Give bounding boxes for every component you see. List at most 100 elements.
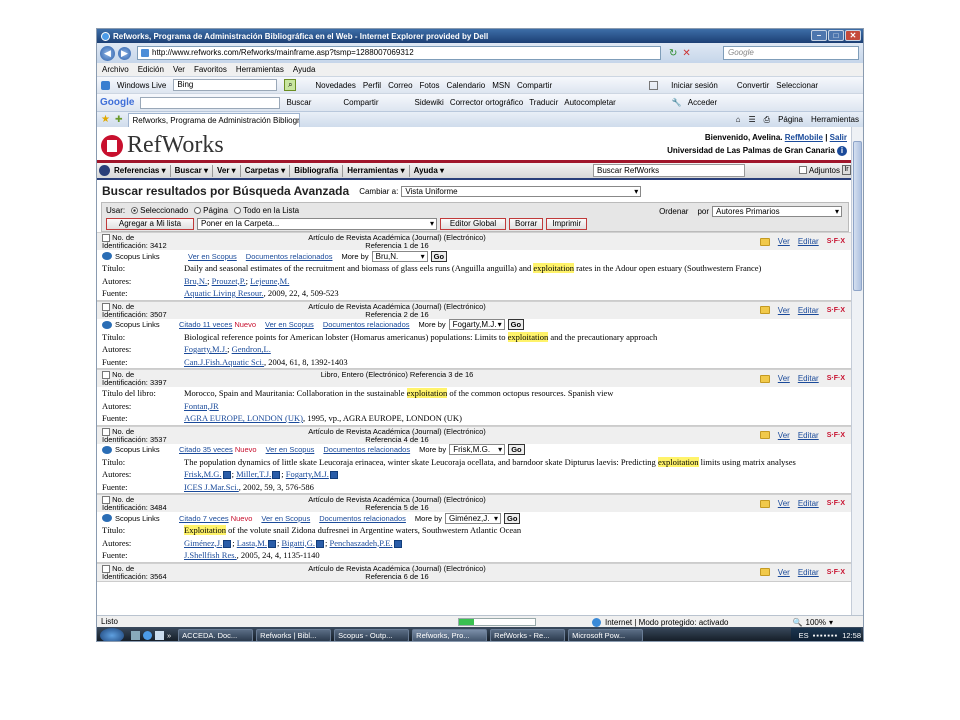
view-in-scopus-link[interactable]: Ver en Scopus (266, 445, 315, 454)
add-favorites-icon[interactable]: ✚ (115, 114, 123, 125)
nav-ver[interactable]: Ver ▾ (217, 166, 236, 175)
edit-link[interactable]: Editar (798, 374, 819, 383)
page-menu[interactable]: Página (778, 115, 803, 125)
zoom-level[interactable]: 100% (806, 618, 826, 627)
radio-todo[interactable]: Todo en la Lista (234, 206, 299, 215)
taskbar-item[interactable]: RefWorks - Re... (490, 628, 566, 641)
sfx-icon[interactable]: S·F·X (827, 307, 845, 314)
taskbar-item[interactable]: Refworks, Pro... (412, 628, 488, 641)
global-edit-button[interactable]: Editor Global (440, 218, 506, 230)
print-button[interactable]: Imprimir (546, 218, 588, 230)
related-docs-link[interactable]: Documentos relacionados (323, 445, 410, 454)
folder-icon[interactable] (759, 374, 770, 383)
favorites-star-icon[interactable]: ★ (101, 114, 110, 125)
related-docs-link[interactable]: Documentos relacionados (246, 252, 333, 261)
edit-link[interactable]: Editar (798, 499, 819, 508)
nav-carpetas[interactable]: Carpetas ▾ (245, 166, 286, 175)
menu-herramientas[interactable]: Herramientas (236, 65, 284, 74)
language-indicator[interactable]: ES (799, 631, 809, 640)
menu-favoritos[interactable]: Favoritos (194, 65, 227, 74)
related-docs-link[interactable]: Documentos relacionados (319, 514, 406, 523)
attachments-checkbox[interactable] (798, 166, 807, 174)
taskbar-item[interactable]: Scopus - Outp... (334, 628, 410, 641)
view-in-scopus-link[interactable]: Ver en Scopus (188, 252, 237, 261)
more-by-select[interactable]: Giménez,J. (445, 512, 502, 524)
author-link[interactable]: Bigatti,G. (281, 538, 315, 548)
scopus-author-icon[interactable] (222, 471, 231, 480)
source-link[interactable]: AGRA EUROPE, LONDON (UK) (184, 413, 303, 423)
refworks-search-input[interactable]: Buscar RefWorks (593, 164, 745, 177)
scopus-author-icon[interactable] (267, 539, 276, 548)
view-link[interactable]: Ver (778, 431, 790, 440)
scopus-author-icon[interactable] (329, 471, 338, 480)
scopus-links[interactable]: Scopus Links (102, 445, 170, 454)
wl-signin[interactable]: Iniciar sesión (671, 81, 718, 90)
author-link[interactable]: Prouzet,P. (212, 276, 246, 286)
scrollbar-thumb[interactable] (853, 141, 862, 291)
wl-msn[interactable]: MSN (492, 81, 510, 90)
radio-pagina[interactable]: Página (194, 206, 228, 215)
zoom-dropdown-icon[interactable]: ▾ (829, 618, 833, 627)
folder-icon[interactable] (759, 306, 770, 314)
go-button[interactable]: Go (508, 444, 525, 455)
maximize-button[interactable]: □ (828, 30, 844, 41)
author-link[interactable]: Frisk,M.G. (184, 469, 222, 479)
close-button[interactable]: ✕ (845, 30, 861, 41)
go-button[interactable]: Go (507, 319, 525, 330)
folder-icon[interactable] (759, 237, 770, 246)
related-docs-link[interactable]: Documentos relacionados (323, 320, 410, 329)
more-by-select[interactable]: Frisk,M.G. (449, 444, 506, 455)
wl-novedades[interactable]: Novedades (315, 81, 355, 90)
source-link[interactable]: ICES J.Mar.Sci. (184, 482, 239, 492)
scopus-links[interactable]: Scopus Links (102, 320, 170, 329)
edit-link[interactable]: Editar (798, 431, 819, 440)
search-go-icon[interactable]: Ir (842, 165, 851, 175)
sfx-icon[interactable]: S·F·X (827, 375, 845, 382)
scopus-links[interactable]: Scopus Links (102, 514, 170, 523)
info-icon[interactable]: i (837, 146, 847, 156)
view-select[interactable]: Vista Uniforme (401, 185, 642, 197)
wl-fotos[interactable]: Fotos (420, 81, 440, 90)
start-button[interactable] (100, 627, 124, 641)
sfx-icon[interactable]: S·F·X (827, 432, 845, 439)
author-link[interactable]: Gendron,L. (232, 344, 271, 354)
forward-icon[interactable]: ▶ (118, 46, 131, 60)
stop-icon[interactable]: ✕ (682, 48, 690, 59)
scopus-author-icon[interactable] (272, 471, 281, 480)
radio-seleccionado[interactable]: Seleccionado (131, 206, 188, 215)
source-link[interactable]: Aquatic Living Resour. (184, 288, 264, 298)
order-select[interactable]: Autores Primarios (712, 206, 842, 217)
google-autofill-button[interactable]: Autocompletar (564, 98, 616, 107)
author-link[interactable]: Fogarty,M.J. (286, 469, 329, 479)
edit-link[interactable]: Editar (798, 237, 819, 246)
wl-calendario[interactable]: Calendario (447, 81, 486, 90)
taskbar-item[interactable]: Refworks | Bibl... (256, 628, 332, 641)
wl-perfil[interactable]: Perfil (363, 81, 381, 90)
feeds-icon[interactable]: ☰ (748, 115, 755, 125)
print-icon[interactable]: ⎙ (764, 115, 770, 125)
view-in-scopus-link[interactable]: Ver en Scopus (261, 514, 310, 523)
taskbar-item[interactable]: Microsoft Pow... (568, 628, 644, 641)
source-link[interactable]: Can.J.Fish.Aquatic Sci. (184, 357, 264, 367)
wl-compartir[interactable]: Compartir (517, 81, 552, 90)
refresh-icon[interactable]: ↻ (669, 48, 677, 59)
source-link[interactable]: J.Shellfish Res. (184, 550, 237, 560)
scopus-author-icon[interactable] (316, 539, 324, 548)
scopus-author-icon[interactable] (223, 539, 232, 548)
nav-herramientas[interactable]: Herramientas ▾ (347, 166, 404, 175)
convert-button[interactable]: Convertir (737, 81, 769, 90)
view-link[interactable]: Ver (778, 237, 790, 246)
author-link[interactable]: Fontan,JR (184, 401, 219, 411)
edit-link[interactable]: Editar (798, 568, 819, 577)
menu-edicion[interactable]: Edición (138, 65, 164, 74)
folder-icon[interactable] (759, 568, 770, 576)
select-button[interactable]: Seleccionar (776, 81, 818, 90)
nav-referencias[interactable]: Referencias ▾ (114, 166, 166, 175)
home-icon[interactable]: ⌂ (736, 115, 741, 125)
cited-link[interactable]: Citado 35 veces Nuevo (179, 445, 257, 454)
author-link[interactable]: Giménez,J. (184, 538, 222, 548)
google-login-button[interactable]: Acceder (688, 98, 717, 107)
scopus-author-icon[interactable] (393, 539, 402, 548)
menu-ayuda[interactable]: Ayuda (293, 65, 316, 74)
search-icon[interactable]: ⌕ (284, 79, 297, 91)
